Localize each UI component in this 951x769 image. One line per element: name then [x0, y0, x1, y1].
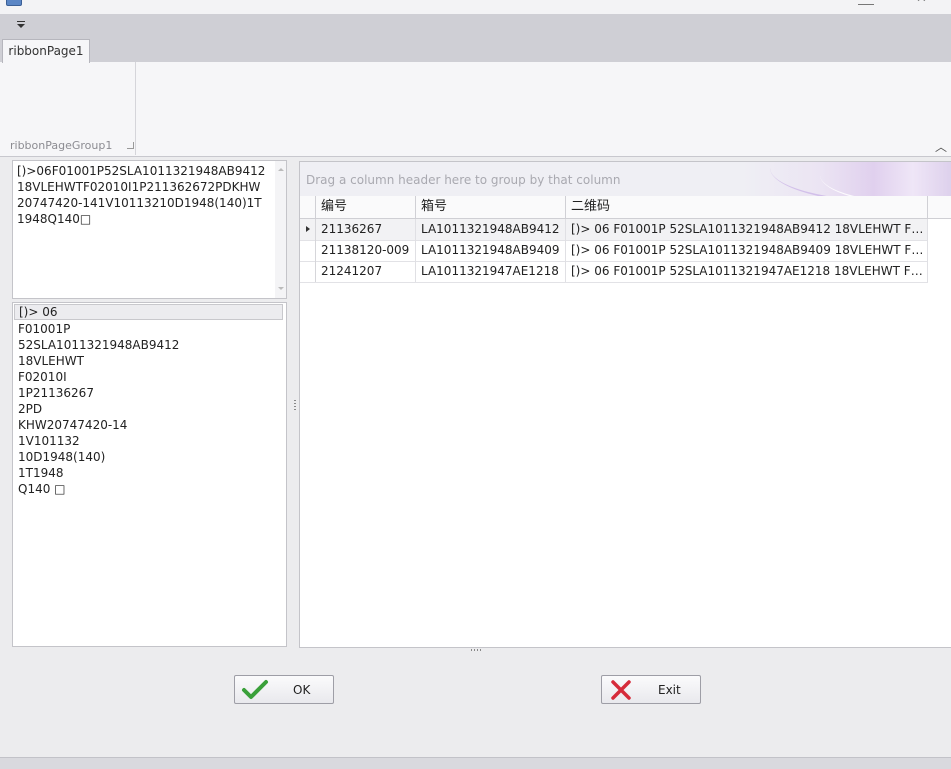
ribbon-tab-strip	[0, 38, 951, 63]
row-indicator	[300, 219, 316, 240]
table-row[interactable]: 21136267 LA1011321948AB9412 [)> 06 F0100…	[300, 219, 928, 241]
indicator-header	[300, 196, 316, 218]
table-row[interactable]: 21241207 LA1011321947AE1218 [)> 06 F0100…	[300, 261, 928, 283]
barcode-text-memo[interactable]: [)>06F01001P52SLA1011321948AB941218VLEHW…	[12, 160, 287, 299]
list-item[interactable]: 18VLEHWT	[14, 353, 283, 369]
check-icon	[242, 680, 268, 699]
exit-label: Exit	[658, 683, 681, 697]
focused-row-arrow-icon	[306, 226, 310, 232]
group-launcher-icon[interactable]	[127, 142, 134, 149]
status-bar	[0, 757, 951, 769]
list-item[interactable]: F01001P	[14, 321, 283, 337]
cell-box-no[interactable]: LA1011321947AE1218	[416, 261, 566, 282]
cell-id[interactable]: 21241207	[316, 261, 416, 282]
row-indicator	[300, 240, 316, 261]
column-header-box-no[interactable]: 箱号	[416, 196, 566, 218]
scroll-up-icon[interactable]	[278, 168, 284, 171]
customize-toolbar-dropdown-icon[interactable]	[13, 20, 27, 32]
memo-scrollbar[interactable]	[275, 161, 286, 298]
barcode-text: [)>06F01001P52SLA1011321948AB941218VLEHW…	[17, 164, 266, 226]
segment-list[interactable]: [)> 06 F01001P 52SLA1011321948AB9412 18V…	[12, 302, 287, 647]
title-bar: ✕	[0, 0, 951, 14]
table-row[interactable]: 21138120-009 LA1011321948AB9409 [)> 06 F…	[300, 240, 928, 262]
cell-box-no[interactable]: LA1011321948AB9412	[416, 219, 566, 240]
exit-button[interactable]: Exit	[601, 675, 701, 704]
list-item[interactable]: 1P21136267	[14, 385, 283, 401]
cell-qr-code[interactable]: [)> 06 F01001P 52SLA1011321947AE1218 18V…	[566, 261, 928, 282]
scroll-down-icon[interactable]	[278, 287, 284, 290]
column-header-qr-code[interactable]: 二维码	[566, 196, 928, 218]
list-item[interactable]: 10D1948(140)	[14, 449, 283, 465]
cross-icon	[611, 680, 631, 700]
tab-ribbon-page1[interactable]: ribbonPage1	[2, 39, 90, 63]
cell-id[interactable]: 21138120-009	[316, 240, 416, 261]
group-by-panel[interactable]: Drag a column header here to group by th…	[300, 162, 951, 206]
ribbon-page	[0, 62, 951, 157]
cell-box-no[interactable]: LA1011321948AB9409	[416, 240, 566, 261]
cell-id[interactable]: 21136267	[316, 219, 416, 240]
list-item[interactable]: 1V101132	[14, 433, 283, 449]
vertical-splitter-handle[interactable]	[293, 398, 297, 412]
list-item[interactable]: 52SLA1011321948AB9412	[14, 337, 283, 353]
ok-label: OK	[293, 683, 311, 697]
list-item[interactable]: Q140 □	[14, 481, 283, 497]
list-item[interactable]: 2PD	[14, 401, 283, 417]
cell-qr-code[interactable]: [)> 06 F01001P 52SLA1011321948AB9412 18V…	[566, 219, 928, 240]
horizontal-splitter-handle[interactable]	[470, 648, 484, 652]
row-indicator	[300, 261, 316, 282]
ribbon-group-caption: ribbonPageGroup1	[10, 139, 113, 152]
list-item[interactable]: F02010I	[14, 369, 283, 385]
list-item[interactable]: KHW20747420-14	[14, 417, 283, 433]
minimize-button[interactable]	[858, 0, 874, 5]
list-item[interactable]: [)> 06	[14, 304, 283, 320]
close-button[interactable]: ✕	[916, 0, 927, 6]
grid-header: 编号 箱号 二维码	[300, 196, 951, 219]
ok-button[interactable]: OK	[234, 675, 334, 704]
collapse-ribbon-icon[interactable]: ︿	[935, 138, 947, 155]
column-header-id[interactable]: 编号	[316, 196, 416, 218]
quick-access-toolbar	[0, 14, 951, 38]
app-icon	[6, 0, 22, 6]
list-item[interactable]: 1T1948	[14, 465, 283, 481]
cell-qr-code[interactable]: [)> 06 F01001P 52SLA1011321948AB9409 18V…	[566, 240, 928, 261]
group-panel-hint: Drag a column header here to group by th…	[306, 173, 621, 187]
data-grid[interactable]: Drag a column header here to group by th…	[299, 161, 951, 648]
